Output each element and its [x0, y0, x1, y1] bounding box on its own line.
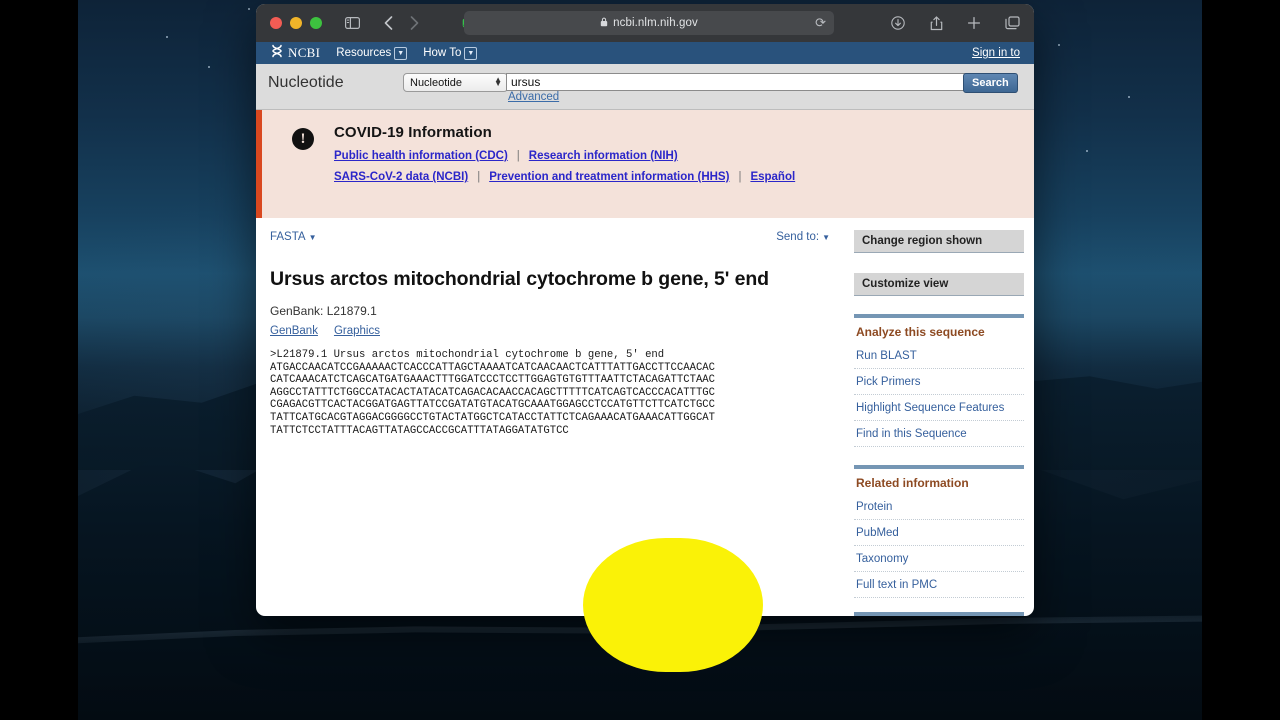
fasta-sequence-block: >L21879.1 Ursus arctos mitochondrial cyt… — [270, 349, 850, 437]
url-text: ncbi.nlm.nih.gov — [613, 17, 698, 29]
new-tab-icon[interactable] — [962, 11, 986, 35]
browser-titlebar: ncbi.nlm.nih.gov ⟳ — [256, 4, 1034, 42]
customize-view-button[interactable]: Customize view — [854, 273, 1024, 296]
search-input-value: ursus — [511, 75, 541, 89]
chevron-down-icon: ▼ — [308, 233, 317, 242]
share-icon[interactable] — [924, 11, 948, 35]
fasta-line: CGAGACGTTCACTACGGATGAGTTATCCGATATGTACATG… — [270, 399, 716, 412]
address-bar[interactable]: ncbi.nlm.nih.gov ⟳ — [464, 11, 834, 35]
covid-link-cdc[interactable]: Public health information (CDC) — [334, 150, 508, 162]
screen: ncbi.nlm.nih.gov ⟳ NCBI Resources ▼ How … — [0, 0, 1280, 720]
downloads-icon[interactable] — [886, 11, 910, 35]
minimize-window-button[interactable] — [290, 17, 302, 29]
rail-item-full-text-pmc[interactable]: Full text in PMC — [854, 572, 1024, 598]
chevron-down-icon: ▼ — [464, 46, 478, 60]
sidebar-toggle-icon[interactable] — [340, 11, 364, 35]
fasta-line: TATTCTCCTATTTACAGTTATAGCCACCGCATTTATAGGA… — [270, 424, 569, 437]
covid-banner: ! COVID-19 Information Public health inf… — [256, 110, 1034, 218]
covid-link-sars-data[interactable]: SARS-CoV-2 data (NCBI) — [334, 171, 468, 183]
rail-footer-divider — [854, 612, 1024, 616]
reload-icon[interactable]: ⟳ — [815, 15, 826, 31]
covid-banner-title: COVID-19 Information — [334, 124, 492, 141]
close-window-button[interactable] — [270, 17, 282, 29]
covid-links-row-2: SARS-CoV-2 data (NCBI) | Prevention and … — [334, 171, 1034, 183]
link-separator: | — [477, 171, 481, 183]
exclamation-circle-icon: ! — [292, 128, 314, 150]
chevron-down-icon: ▼ — [822, 233, 830, 242]
record-accession: GenBank: L21879.1 — [270, 304, 377, 319]
nav-how-to-label: How To — [423, 47, 462, 59]
rail-item-find-in-sequence[interactable]: Find in this Sequence — [854, 421, 1024, 447]
rail-item-run-blast[interactable]: Run BLAST — [854, 343, 1024, 369]
link-separator: | — [516, 150, 520, 162]
rail-item-taxonomy[interactable]: Taxonomy — [854, 546, 1024, 572]
rail-item-pubmed[interactable]: PubMed — [854, 520, 1024, 546]
format-menu-label: FASTA — [270, 231, 306, 243]
yellow-highlight-overlay — [583, 538, 763, 672]
rail-section-related: Related information Protein PubMed Taxon… — [854, 465, 1024, 598]
ncbi-dna-logo-icon — [270, 44, 284, 63]
rail-item-highlight-features[interactable]: Highlight Sequence Features — [854, 395, 1024, 421]
ncbi-logo[interactable]: NCBI — [270, 44, 320, 63]
section-divider — [854, 314, 1024, 318]
nav-how-to[interactable]: How To ▼ — [423, 46, 478, 60]
database-select-value: Nucleotide — [410, 76, 462, 89]
rail-spacer — [854, 253, 1024, 273]
rail-item-pick-primers[interactable]: Pick Primers — [854, 369, 1024, 395]
window-controls[interactable] — [270, 17, 322, 29]
right-rail: Change region shown Customize view Analy… — [850, 218, 1034, 616]
chevron-down-icon: ▼ — [394, 46, 408, 60]
database-select[interactable]: Nucleotide ▲ ▼ — [403, 73, 508, 92]
search-input[interactable]: ursus — [506, 73, 966, 91]
fasta-line: ATGACCAACATCCGAAAAACTCACCCATTAGCTAAAATCA… — [270, 361, 716, 374]
advanced-search-link[interactable]: Advanced — [508, 91, 559, 103]
section-divider — [854, 465, 1024, 469]
rail-section-analyze: Analyze this sequence Run BLAST Pick Pri… — [854, 314, 1024, 447]
send-to-label: Send to: — [776, 231, 820, 243]
ncbi-wordmark: NCBI — [288, 45, 321, 60]
fasta-line: AGGCCTATTTCTGGCCATACACTATACATCAGACACAACC… — [270, 386, 716, 399]
change-region-button[interactable]: Change region shown — [854, 230, 1024, 253]
forward-button[interactable] — [402, 11, 426, 35]
nav-resources[interactable]: Resources ▼ — [336, 46, 408, 60]
fasta-header-line: >L21879.1 Ursus arctos mitochondrial cyt… — [270, 349, 665, 362]
maximize-window-button[interactable] — [310, 17, 322, 29]
rail-heading-related: Related information — [856, 476, 969, 490]
stepper-icon: ▲ ▼ — [494, 74, 502, 89]
send-to-menu[interactable]: Send to: ▼ — [776, 231, 830, 243]
rail-heading-analyze: Analyze this sequence — [856, 325, 985, 339]
fasta-line: CATCAAACATCTCAGCATGATGAAACTTTGGATCCCTCCT… — [270, 374, 716, 387]
search-bar: Nucleotide Nucleotide ▲ ▼ ursus Search Ad… — [256, 64, 1034, 110]
rail-item-protein[interactable]: Protein — [854, 494, 1024, 520]
tab-overview-icon[interactable] — [1000, 11, 1024, 35]
search-button[interactable]: Search — [963, 73, 1018, 93]
covid-link-espanol[interactable]: Español — [750, 171, 795, 183]
genbank-link[interactable]: GenBank — [270, 325, 318, 337]
lock-icon — [600, 14, 608, 32]
record-format-links: GenBank Graphics — [270, 325, 850, 337]
ncbi-global-header: NCBI Resources ▼ How To ▼ Sign in to — [256, 42, 1034, 64]
record-main: FASTA ▼ Send to: ▼ Ursus arctos mitochondr… — [256, 218, 850, 606]
format-menu[interactable]: FASTA ▼ — [270, 231, 317, 243]
covid-links-row-1: Public health information (CDC) | Resear… — [334, 150, 1034, 162]
fasta-line: TATTCATGCACGTAGGACGGGGCCTGTACTATGGCTCATA… — [270, 412, 716, 425]
record-toolbar: FASTA ▼ Send to: ▼ — [270, 228, 850, 246]
nav-resources-label: Resources — [336, 47, 392, 59]
browser-window: ncbi.nlm.nih.gov ⟳ NCBI Resources ▼ How … — [256, 4, 1034, 616]
link-separator: | — [738, 171, 742, 183]
page-title: Nucleotide — [268, 74, 344, 91]
browser-toolbar-right — [886, 4, 1024, 42]
covid-link-hhs[interactable]: Prevention and treatment information (HH… — [489, 171, 729, 183]
graphics-link[interactable]: Graphics — [334, 325, 380, 337]
sign-in-link[interactable]: Sign in to — [972, 47, 1020, 59]
covid-link-nih[interactable]: Research information (NIH) — [529, 150, 678, 162]
record-title: Ursus arctos mitochondrial cytochrome b … — [270, 268, 769, 290]
back-button[interactable] — [376, 11, 400, 35]
